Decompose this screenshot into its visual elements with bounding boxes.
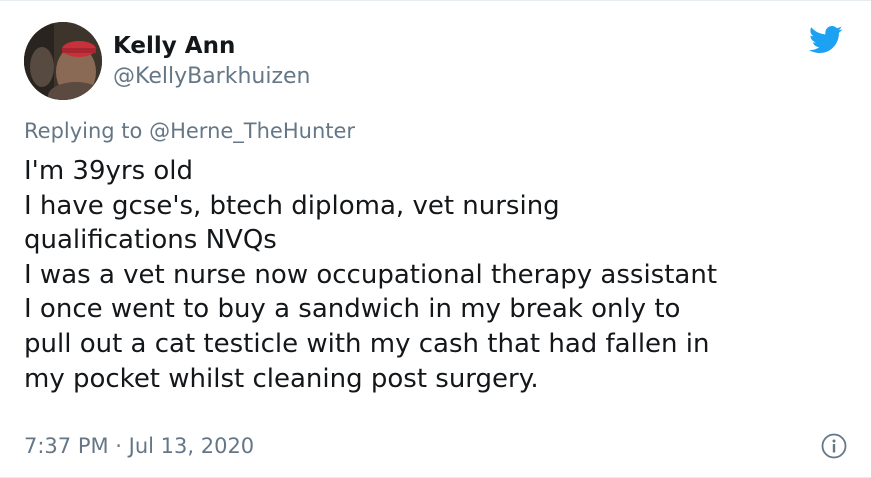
tweet-body-line: I have gcse's, btech diploma, vet nursin…: [24, 190, 560, 221]
avatar[interactable]: [24, 22, 102, 100]
info-icon[interactable]: [821, 433, 847, 459]
tweet-timestamp[interactable]: 7:37 PM · Jul 13, 2020: [24, 432, 254, 460]
author-handle[interactable]: @KellyBarkhuizen: [113, 63, 311, 91]
tweet-body-line: I'm 39yrs old: [24, 156, 194, 186]
twitter-bird-icon[interactable]: [809, 25, 843, 55]
tweet-body-line: I was a vet nurse now occupational thera…: [24, 259, 718, 290]
tweet-body-line: qualifications NVQs: [24, 225, 277, 256]
reply-mention-link[interactable]: @Herne_TheHunter: [149, 119, 355, 143]
tweet-body: I'm 39yrs old I have gcse's, btech diplo…: [24, 154, 854, 396]
tweet-body-line: pull out a cat testicle with my cash tha…: [24, 328, 710, 359]
tweet-body-line: my pocket whilst cleaning post surgery.: [24, 363, 539, 394]
reply-prefix: Replying to: [24, 119, 143, 143]
tweet-body-line: I once went to buy a sandwich in my brea…: [24, 294, 681, 325]
author-name[interactable]: Kelly Ann: [113, 32, 235, 60]
reply-context: Replying to @Herne_TheHunter: [24, 117, 355, 145]
tweet-card: Kelly Ann @KellyBarkhuizen Replying to @…: [0, 0, 871, 478]
